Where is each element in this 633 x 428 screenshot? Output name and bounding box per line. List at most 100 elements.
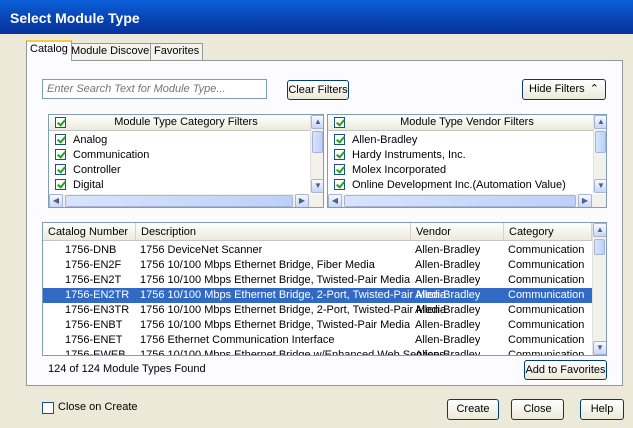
scroll-up-icon[interactable]: ▲	[311, 115, 323, 129]
cell-category: Communication	[508, 349, 585, 356]
scroll-thumb[interactable]	[312, 131, 323, 153]
column-header-vendor[interactable]: Vendor	[411, 223, 504, 241]
table-row[interactable]: 1756-EN2F 1756 10/100 Mbps Ethernet Brid…	[43, 258, 592, 273]
checkbox-checked-icon[interactable]	[55, 179, 66, 190]
scroll-right-icon[interactable]: ▶	[578, 194, 592, 207]
checkbox-checked-icon[interactable]	[334, 134, 345, 145]
table-row[interactable]: 1756-ENBT 1756 10/100 Mbps Ethernet Brid…	[43, 318, 592, 333]
create-button[interactable]: Create	[447, 399, 499, 420]
category-select-all-checkbox[interactable]	[55, 117, 66, 128]
table-row[interactable]: 1756-DNB 1756 DeviceNet Scanner Allen-Br…	[43, 243, 592, 258]
close-on-create-checkbox[interactable]	[42, 402, 54, 414]
cell-category: Communication	[508, 334, 585, 346]
scroll-down-icon[interactable]: ▼	[593, 341, 606, 355]
vendor-filter-item[interactable]: Hardy Instruments, Inc.	[334, 147, 466, 163]
table-row[interactable]: 1756-EN3TR 1756 10/100 Mbps Ethernet Bri…	[43, 303, 592, 318]
cell-catalog-number: 1756-EN2T	[65, 274, 122, 286]
help-button[interactable]: Help	[580, 399, 624, 420]
module-type-grid: Catalog Number Description Vendor Catego…	[42, 222, 607, 356]
category-vertical-scrollbar[interactable]: ▲ ▼	[310, 115, 323, 193]
checkbox-checked-icon[interactable]	[55, 149, 66, 160]
cell-vendor: Allen-Bradley	[415, 259, 481, 271]
filter-item-label: Controller	[73, 164, 121, 176]
grid-header: Catalog Number Description Vendor Catego…	[43, 223, 592, 241]
table-row[interactable]: 1756-EWEB 1756 10/100 Mbps Ethernet Brid…	[43, 348, 592, 356]
cell-catalog-number: 1756-EN3TR	[65, 304, 130, 316]
search-input[interactable]	[42, 79, 267, 99]
checkbox-checked-icon[interactable]	[55, 164, 66, 175]
add-to-favorites-button[interactable]: Add to Favorites	[524, 360, 607, 380]
scroll-left-icon[interactable]: ◀	[49, 194, 63, 207]
vendor-horizontal-scrollbar[interactable]: ◀ ▶	[328, 194, 606, 207]
filter-item-label: Digital	[73, 179, 104, 191]
cell-category: Communication	[508, 304, 585, 316]
category-filter-item[interactable]: Communication	[55, 147, 149, 163]
column-header-catalog-number[interactable]: Catalog Number	[43, 223, 136, 241]
checkbox-checked-icon[interactable]	[334, 149, 345, 160]
scroll-thumb[interactable]	[595, 131, 606, 153]
tab-module-discovery[interactable]: Module Discovery	[67, 43, 163, 60]
cell-vendor: Allen-Bradley	[415, 349, 481, 356]
filter-item-label: Allen-Bradley	[352, 134, 418, 146]
category-filter-item[interactable]: Controller	[55, 162, 121, 178]
category-filter-title: Module Type Category Filters	[114, 116, 258, 128]
cell-category: Communication	[508, 289, 585, 301]
cell-description: 1756 10/100 Mbps Ethernet Bridge, 2-Port…	[140, 289, 447, 301]
filter-item-label: Communication	[73, 149, 150, 161]
checkbox-checked-icon[interactable]	[334, 179, 345, 190]
scroll-down-icon[interactable]: ▼	[311, 179, 323, 193]
cell-vendor: Allen-Bradley	[415, 244, 481, 256]
table-row[interactable]: 1756-EN2T 1756 10/100 Mbps Ethernet Brid…	[43, 273, 592, 288]
filter-item-label: Online Development Inc.(Automation Value…	[352, 179, 566, 191]
hide-filters-button[interactable]: Hide Filters ⌃	[522, 79, 606, 100]
table-row[interactable]: 1756-ENET 1756 Ethernet Communication In…	[43, 333, 592, 348]
cell-category: Communication	[508, 244, 585, 256]
vendor-filter-header: Module Type Vendor Filters	[328, 115, 606, 131]
scroll-up-icon[interactable]: ▲	[594, 115, 606, 129]
cell-vendor: Allen-Bradley	[415, 319, 481, 331]
clear-filters-button[interactable]: Clear Filters	[287, 80, 349, 100]
cell-description: 1756 Ethernet Communication Interface	[140, 334, 335, 346]
cell-catalog-number: 1756-ENBT	[65, 319, 123, 331]
scroll-right-icon[interactable]: ▶	[295, 194, 309, 207]
category-filter-header: Module Type Category Filters	[49, 115, 323, 131]
cell-category: Communication	[508, 319, 585, 331]
column-header-description[interactable]: Description	[136, 223, 411, 241]
category-horizontal-scrollbar[interactable]: ◀ ▶	[49, 194, 323, 207]
vendor-filter-item[interactable]: Online Development Inc.(Automation Value…	[334, 177, 566, 193]
module-count-status: 124 of 124 Module Types Found	[48, 363, 206, 375]
checkbox-checked-icon[interactable]	[55, 134, 66, 145]
tab-catalog[interactable]: Catalog	[26, 40, 72, 61]
cell-vendor: Allen-Bradley	[415, 289, 481, 301]
column-header-category[interactable]: Category	[504, 223, 592, 241]
cell-catalog-number: 1756-EN2F	[65, 259, 122, 271]
cell-description: 1756 DeviceNet Scanner	[140, 244, 263, 256]
scroll-down-icon[interactable]: ▼	[594, 179, 606, 193]
filter-item-label: Molex Incorporated	[352, 164, 447, 176]
tab-favorites[interactable]: Favorites	[150, 43, 204, 60]
vendor-filter-title: Module Type Vendor Filters	[400, 116, 534, 128]
cell-catalog-number: 1756-EN2TR	[65, 289, 130, 301]
category-filter-item[interactable]: Digital	[55, 177, 104, 193]
scroll-up-icon[interactable]: ▲	[593, 223, 606, 237]
scroll-thumb[interactable]	[65, 195, 293, 207]
cell-catalog-number: 1756-ENET	[65, 334, 123, 346]
cell-description: 1756 10/100 Mbps Ethernet Bridge w/Enhan…	[140, 349, 445, 356]
vendor-filter-list: Module Type Vendor Filters Allen-Bradley…	[327, 114, 607, 208]
table-row-selected[interactable]: 1756-EN2TR 1756 10/100 Mbps Ethernet Bri…	[43, 288, 592, 303]
checkbox-checked-icon[interactable]	[334, 164, 345, 175]
scroll-thumb[interactable]	[594, 239, 605, 255]
cell-vendor: Allen-Bradley	[415, 334, 481, 346]
cell-catalog-number: 1756-EWEB	[65, 349, 126, 356]
chevron-up-icon: ⌃	[589, 83, 599, 95]
scroll-thumb[interactable]	[344, 195, 576, 207]
cell-description: 1756 10/100 Mbps Ethernet Bridge, Fiber …	[140, 259, 375, 271]
vendor-filter-item[interactable]: Allen-Bradley	[334, 132, 417, 148]
vendor-filter-item[interactable]: Molex Incorporated	[334, 162, 446, 178]
vendor-select-all-checkbox[interactable]	[334, 117, 345, 128]
grid-vertical-scrollbar[interactable]: ▲ ▼	[592, 223, 606, 355]
category-filter-item[interactable]: Analog	[55, 132, 107, 148]
vendor-vertical-scrollbar[interactable]: ▲ ▼	[593, 115, 606, 193]
scroll-left-icon[interactable]: ◀	[328, 194, 342, 207]
close-button[interactable]: Close	[511, 399, 564, 420]
